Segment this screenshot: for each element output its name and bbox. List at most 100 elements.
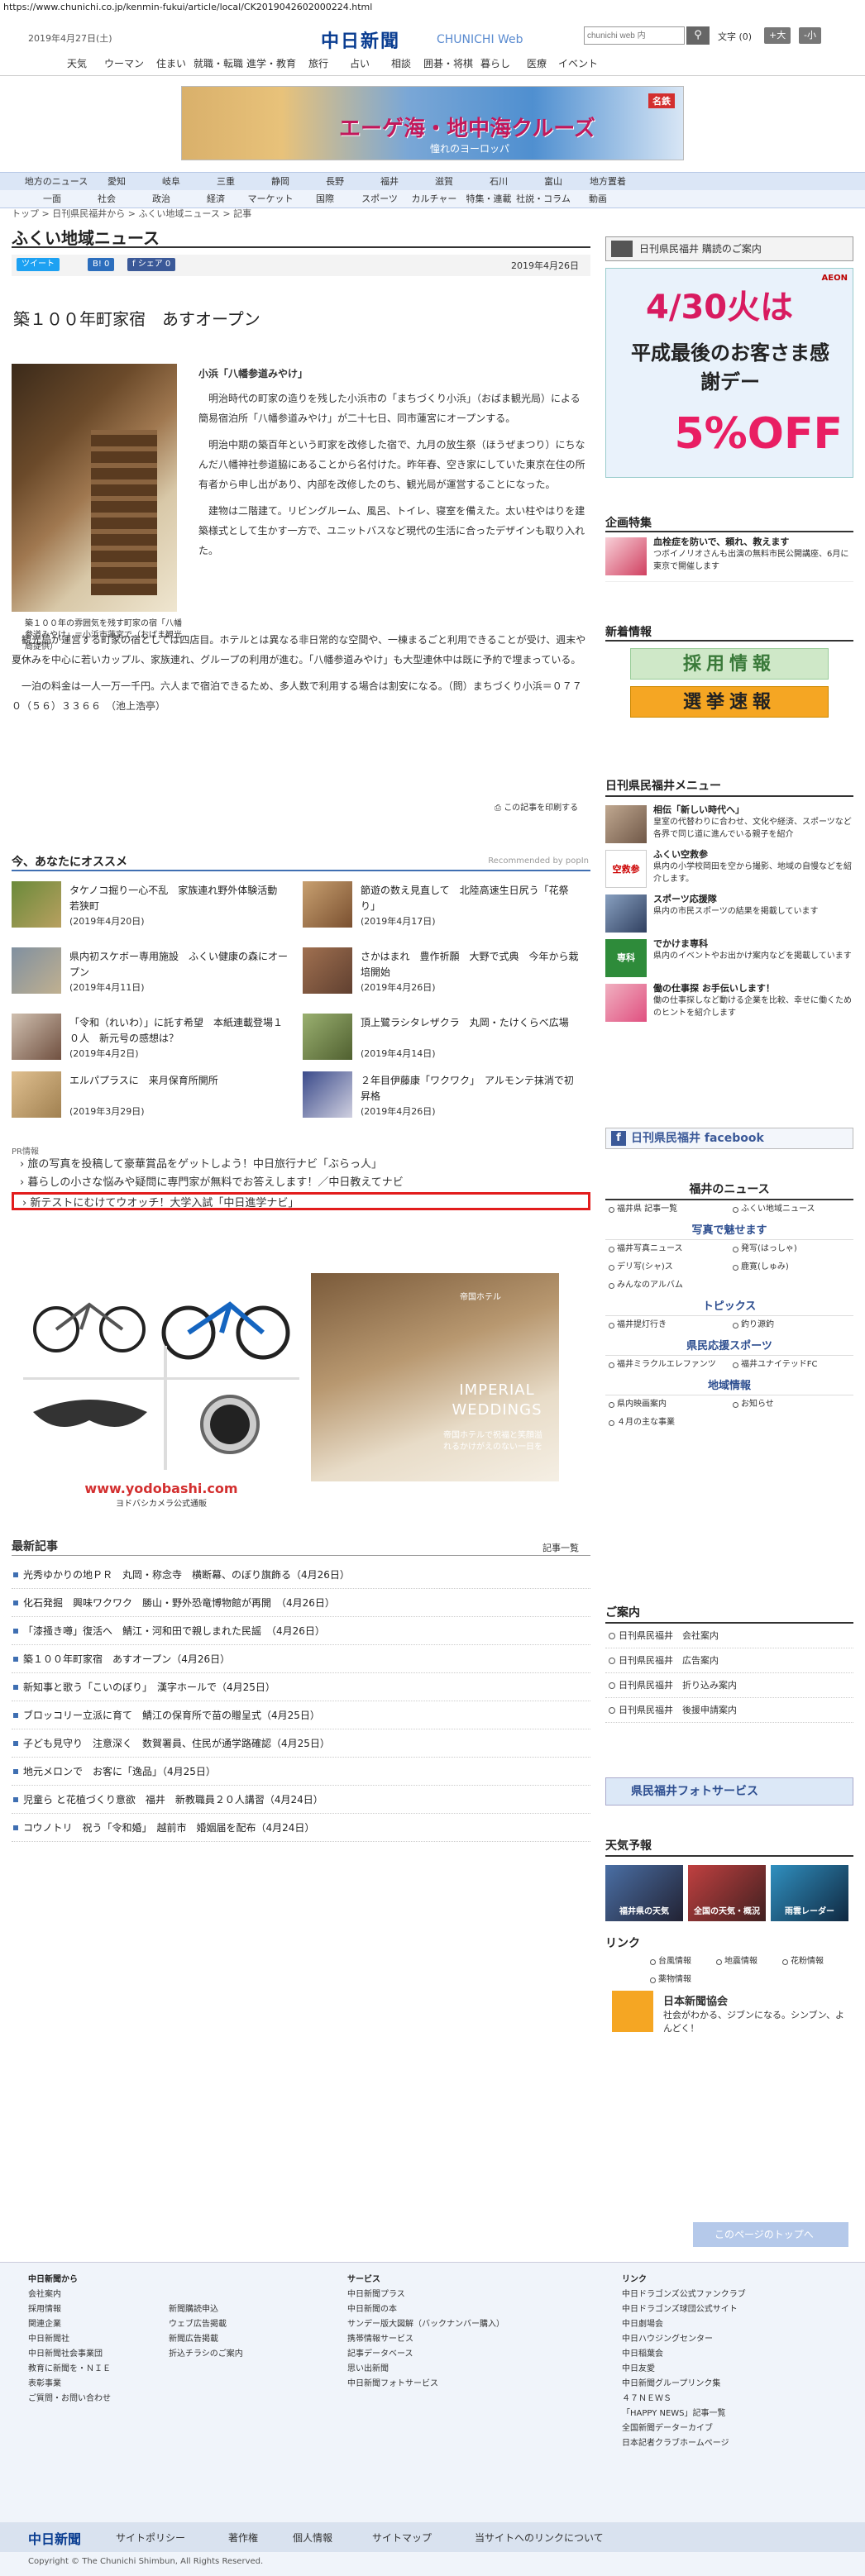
footer-link[interactable]: 中日友愛 <box>622 2362 746 2377</box>
latest-item[interactable]: 地元メロンで お客に「逸品」（4月25日） <box>12 1758 590 1786</box>
region-link[interactable]: ４月の主な事業 <box>605 1414 729 1432</box>
footer-link[interactable]: 教育に新聞を・ＮＩＥ <box>28 2362 111 2377</box>
footer-bottom-link[interactable]: 著作権 <box>228 2531 258 2545</box>
footer-link[interactable]: 中日新聞グループリンク集 <box>622 2377 746 2392</box>
breadcrumb[interactable]: トップ > 日刊県民福井から > ふくい地域ニュース > 記事 <box>12 207 590 220</box>
latest-item[interactable]: 子ども見守り 注意深く 数賀署員、住民が通学路確認（4月25日） <box>12 1729 590 1758</box>
footer-link[interactable]: 中日新聞社 <box>28 2332 111 2347</box>
facebook-share-button[interactable]: f シェア 0 <box>127 258 176 271</box>
hatena-button[interactable]: B! 0 <box>88 258 115 271</box>
footer-link[interactable]: 「HAPPY NEWS」記事一覧 <box>622 2407 746 2421</box>
recommend-item[interactable]: ２年目伊藤康「ワクワク」 アルモンテ抹消で初昇格 (2019年4月26日) <box>303 1071 584 1121</box>
latest-item[interactable]: コウノトリ 祝う「令和婚」 越前市 婚姻届を配布（4月24日） <box>12 1814 590 1842</box>
top-nav-item[interactable]: 天気 <box>56 53 98 75</box>
footer-link[interactable]: 中日ハウジングセンター <box>622 2332 746 2347</box>
yodobashi-ad[interactable]: www.yodobashi.com ヨドバシカメラ公式通販 <box>23 1271 299 1511</box>
footer-link[interactable]: 会社案内 <box>28 2287 111 2302</box>
pr-link-highlighted[interactable]: › 新テストにむけてウオッチ！大学入試「中日進学ナビ」 <box>12 1192 590 1210</box>
print-link[interactable]: ⎙ この記事を印刷する <box>495 800 578 813</box>
cruise-banner-ad[interactable]: 名鉄 エーゲ海・地中海クルーズ 憧れのヨーロッパ <box>181 86 684 160</box>
category-nav-item[interactable]: スポーツ <box>352 190 407 208</box>
footer-link[interactable]: 中日ドラゴンズ公式ファンクラブ <box>622 2287 746 2302</box>
category-nav-item[interactable]: 特集・連載 <box>461 190 516 208</box>
region-nav-item[interactable]: 三重 <box>198 173 253 190</box>
region-link[interactable]: 県内映画案内 <box>605 1395 729 1414</box>
category-nav-item[interactable]: マーケット <box>243 190 298 208</box>
recommend-item[interactable]: タケノコ掘り一心不乱 家族連れ野外体験活動 若狭町 (2019年4月20日) <box>12 881 293 931</box>
pr-link[interactable]: › 旅の写真を投稿して豪華賞品をゲットしよう！中日旅行ナビ「ぶらっ人」 <box>12 1156 590 1174</box>
latest-item[interactable]: 化石発掘 興味ワクワク 勝山・野外恐竜博物館が再開 （4月26日） <box>12 1589 590 1617</box>
footer-link[interactable]: 中日新聞フォトサービス <box>347 2377 504 2392</box>
category-nav-item[interactable]: 社会 <box>79 190 134 208</box>
sports-link[interactable]: 福井ミラクルエレファンツ <box>605 1356 729 1374</box>
footer-link[interactable]: 中日新聞社会事業団 <box>28 2347 111 2362</box>
annai-link[interactable]: 日刊県民福井 広告案内 <box>605 1648 853 1673</box>
top-nav-item[interactable]: 医療 <box>516 53 557 75</box>
category-nav-item[interactable]: 社説・コラム <box>516 190 571 208</box>
footer-link[interactable]: 中日ドラゴンズ球団公式サイト <box>622 2302 746 2317</box>
latest-item[interactable]: 「漆掻き噂」復活へ 鯖江・河和田で親しまれた民謡 （4月26日） <box>12 1617 590 1645</box>
footer-link[interactable]: ご質問・お問い合わせ <box>28 2392 111 2407</box>
annai-link[interactable]: 日刊県民福井 会社案内 <box>605 1624 853 1648</box>
info-link[interactable]: 花粉情報 <box>779 1953 845 1971</box>
latest-item[interactable]: 児童ら と花植づくり意欲 福井 新教職員２０人講習（4月24日） <box>12 1786 590 1814</box>
photo-link[interactable]: デリ写(シャ)ス <box>605 1258 729 1276</box>
info-link[interactable]: 薬物情報 <box>647 1971 713 1989</box>
recommend-item[interactable]: さかはまれ 豊作祈願 大野で式典 今年から栽培開始 (2019年4月26日) <box>303 947 584 997</box>
recommend-item[interactable]: 「令和（れいわ）」に託す希望 本紙連載登場１０人 新元号の感想は？ (2019年4… <box>12 1014 293 1063</box>
footer-bottom-link[interactable]: 個人情報 <box>293 2531 332 2545</box>
topic-link[interactable]: 釣り源釣 <box>729 1316 853 1334</box>
photo-link[interactable]: 発写(はっしゃ) <box>729 1240 853 1258</box>
feature-item[interactable]: 血栓症を防いで、頼れ、教えます つボイノリオさんも出演の無料市民公開講座、6月に東… <box>605 532 853 582</box>
latest-item[interactable]: ブロッコリー立派に育て 鯖江の保育所で苗の贈呈式（4月25日） <box>12 1701 590 1729</box>
nihon-shinbun-box[interactable]: 日本新聞協会 社会がわかる、ジブンになる。シンブン、よんどく！ <box>605 1991 853 2040</box>
category-nav-item[interactable]: カルチャー <box>407 190 461 208</box>
region-nav-item[interactable]: 滋賀 <box>417 173 471 190</box>
facebook-box[interactable]: 日刊県民福井 facebook <box>605 1128 853 1149</box>
footer-link[interactable]: ウェブ広告掲載 <box>169 2317 243 2332</box>
top-nav-item[interactable]: 相談 <box>380 53 422 75</box>
news-link[interactable]: ふくい地域ニュース <box>729 1200 853 1219</box>
footer-link[interactable]: 中日劇場会 <box>622 2317 746 2332</box>
footer-bottom-link[interactable]: サイトマップ <box>372 2531 432 2545</box>
top-nav-item[interactable]: 旅行 <box>298 53 339 75</box>
aeon-ad[interactable]: AEON 4/30火は 平成最後のお客さま感謝デー 5%OFF <box>605 268 853 478</box>
footer-link[interactable]: 新聞購読申込 <box>169 2302 243 2317</box>
font-large-button[interactable]: +大 <box>764 27 791 44</box>
info-link[interactable]: 地震情報 <box>713 1953 779 1971</box>
footer-link[interactable]: 中日新聞プラス <box>347 2287 504 2302</box>
address-bar[interactable]: https://www.chunichi.co.jp/kenmin-fukui/… <box>0 0 865 15</box>
annai-link[interactable]: 日刊県民福井 後援申請案内 <box>605 1698 853 1723</box>
footer-link[interactable]: 折込チラシのご案内 <box>169 2347 243 2362</box>
region-nav-item[interactable]: 愛知 <box>89 173 144 190</box>
photo-service-banner[interactable]: 県民福井フォトサービス <box>605 1777 853 1806</box>
category-nav-item[interactable]: 一面 <box>25 190 79 208</box>
recommend-item[interactable]: エルパプラスに 来月保育所開所 (2019年3月29日) <box>12 1071 293 1121</box>
footer-link[interactable]: 中日新聞の本 <box>347 2302 504 2317</box>
pr-link[interactable]: › 暮らしの小さな悩みや疑問に専門家が無料でお答えします！／中日教えてナビ <box>12 1174 590 1192</box>
recommend-item[interactable]: 節遊の数え見直して 北陸高速生日尻う「花祭り」 (2019年4月17日) <box>303 881 584 931</box>
menu-item[interactable]: 働の仕事探 お手伝いします！ 働の仕事探しなど動ける企業を比較、幸せに働くためのヒ… <box>605 980 853 1025</box>
photo-link[interactable]: 福井写真ニュース <box>605 1240 729 1258</box>
wedding-ad[interactable]: 帝国ホテル IMPERIAL WEDDINGS 帝国ホテルで祝福と笑顔溢れるかけ… <box>311 1273 559 1481</box>
menu-item[interactable]: 専科 でかけま専科 県内のイベントやお出かけ案内などを掲載しています <box>605 936 853 980</box>
top-nav-item[interactable]: 住まい <box>151 53 192 75</box>
footer-link[interactable]: 採用情報 <box>28 2302 111 2317</box>
region-nav-item[interactable]: 岐阜 <box>144 173 198 190</box>
footer-link[interactable]: 全国新聞データーカイブ <box>622 2421 746 2436</box>
top-nav-item[interactable]: 占い <box>339 53 380 75</box>
top-nav-item[interactable]: 暮らし <box>475 53 516 75</box>
footer-link[interactable]: 携帯情報サービス <box>347 2332 504 2347</box>
footer-link[interactable]: ４７ＮＥＷＳ <box>622 2392 746 2407</box>
category-nav-item[interactable]: 国際 <box>298 190 352 208</box>
footer-link[interactable]: 日本記者クラブホームページ <box>622 2436 746 2451</box>
site-logo[interactable]: 中日新聞 <box>321 26 400 53</box>
latest-item[interactable]: 築１００年町家宿 あすオープン（4月26日） <box>12 1645 590 1673</box>
facebook-link[interactable]: 日刊県民福井 facebook <box>605 1128 853 1149</box>
region-nav-item[interactable]: 静岡 <box>253 173 308 190</box>
footer-link[interactable]: 中日稲葉会 <box>622 2347 746 2362</box>
footer-bottom-link[interactable]: サイトポリシー <box>116 2531 185 2545</box>
recommend-item[interactable]: 頂上鷺ラシタレザクラ 丸岡・たけくらべ広場 (2019年4月14日) <box>303 1014 584 1063</box>
photo-link[interactable]: 鹿寛(しゅみ) <box>729 1258 853 1276</box>
subscribe-box[interactable]: 日刊県民福井 購読のご案内 <box>605 236 853 261</box>
